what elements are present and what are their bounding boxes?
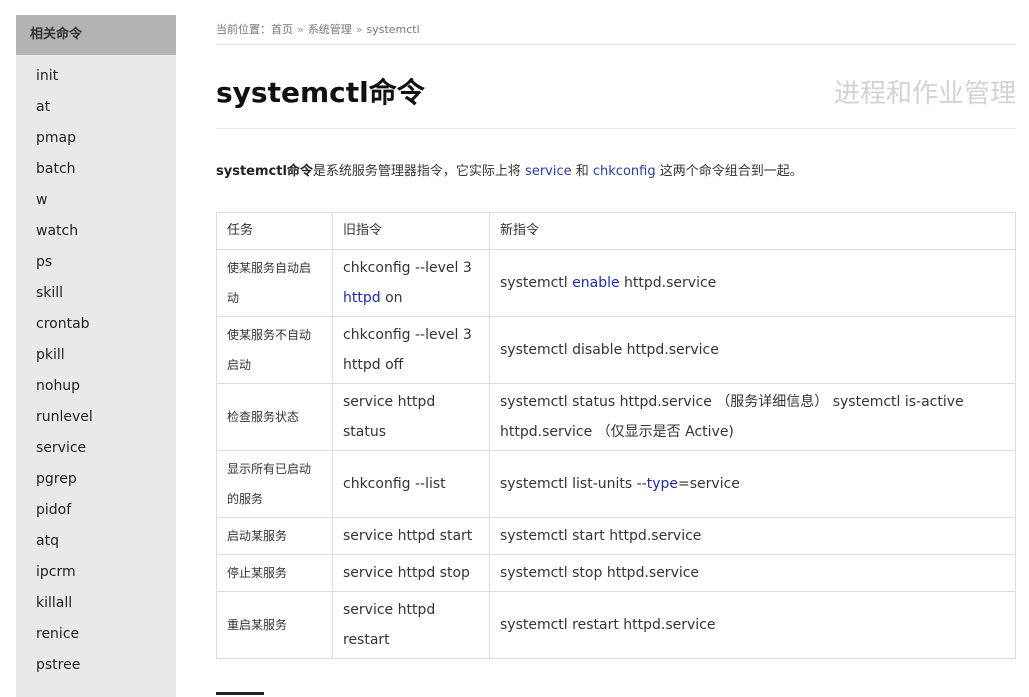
sidebar-item-batch[interactable]: batch <box>16 154 176 185</box>
task-cell: 停止某服务 <box>216 554 333 592</box>
breadcrumb-separator: » <box>355 23 363 36</box>
sidebar-item-pmap[interactable]: pmap <box>16 123 176 154</box>
table-row: 检查服务状态 service httpd status systemctl st… <box>216 383 1016 451</box>
old-command-cell: chkconfig --level 3 httpd off <box>332 316 490 384</box>
old-command-cell: service httpd restart <box>332 591 490 659</box>
sidebar-item-pidof[interactable]: pidof <box>16 495 176 526</box>
sidebar-item-at[interactable]: at <box>16 92 176 123</box>
breadcrumb-separator: » <box>297 23 304 36</box>
sidebar-item-nohup[interactable]: nohup <box>16 371 176 402</box>
sidebar-item-ps[interactable]: ps <box>16 247 176 278</box>
breadcrumb: 当前位置：首页» 系统管理» systemctl <box>216 15 1016 45</box>
intro-text: 和 <box>571 164 593 179</box>
table-row: 重启某服务 service httpd restart systemctl re… <box>216 591 1016 659</box>
breadcrumb-home-link[interactable]: 首页 <box>271 23 293 36</box>
table-row: 使某服务自动启动 chkconfig --level 3 httpd on sy… <box>216 249 1016 317</box>
old-command-cell: chkconfig --level 3 httpd on <box>332 249 490 317</box>
table-row: 显示所有已启动的服务 chkconfig --list systemctl li… <box>216 450 1016 518</box>
table-header-row: 任务 旧指令 新指令 <box>216 212 1016 250</box>
table-row: 使某服务不自动启动 chkconfig --level 3 httpd off … <box>216 316 1016 384</box>
task-cell: 启动某服务 <box>216 517 333 555</box>
new-command-cell: systemctl enable httpd.service <box>489 249 1016 317</box>
title-row: systemctl命令 进程和作业管理 <box>216 45 1016 129</box>
sidebar-item-renice[interactable]: renice <box>16 619 176 650</box>
sidebar-item-killall[interactable]: killall <box>16 588 176 619</box>
old-command-cell: service httpd status <box>332 383 490 451</box>
sidebar-item-service[interactable]: service <box>16 433 176 464</box>
task-cell: 重启某服务 <box>216 591 333 659</box>
intro-text: 这两个命令组合到一起。 <box>655 164 803 179</box>
intro-text: 是系统服务管理器指令，它实际上将 <box>312 164 526 179</box>
page-title: systemctl命令 <box>216 76 425 109</box>
breadcrumb-prefix: 当前位置： <box>216 23 271 36</box>
keyword: type <box>646 476 679 492</box>
category-label: 进程和作业管理 <box>833 79 1016 109</box>
new-command-cell: systemctl restart httpd.service <box>489 591 1016 659</box>
task-cell: 使某服务不自动启动 <box>216 316 333 384</box>
old-command-cell: service httpd stop <box>332 554 490 592</box>
header-new: 新指令 <box>489 212 1016 250</box>
sidebar-header: 相关命令 <box>16 15 176 55</box>
sidebar: 相关命令 init at pmap batch w watch ps skill… <box>16 15 176 697</box>
sidebar-list: init at pmap batch w watch ps skill cron… <box>16 55 176 681</box>
chkconfig-link[interactable]: chkconfig <box>593 164 656 179</box>
sidebar-item-runlevel[interactable]: runlevel <box>16 402 176 433</box>
sidebar-item-crontab[interactable]: crontab <box>16 309 176 340</box>
new-command-cell: systemctl list-units --type=service <box>489 450 1016 518</box>
breadcrumb-current: systemctl <box>366 23 420 36</box>
sidebar-item-atq[interactable]: atq <box>16 526 176 557</box>
new-command-cell: systemctl status httpd.service （服务详细信息） … <box>489 383 1016 451</box>
main-content: 当前位置：首页» 系统管理» systemctl systemctl命令 进程和作业… <box>216 15 1016 659</box>
old-command-cell: service httpd start <box>332 517 490 555</box>
intro-paragraph: systemctl命令是系统服务管理器指令，它实际上将 service 和 ch… <box>216 162 1016 182</box>
breadcrumb-section-link[interactable]: 系统管理 <box>308 23 352 36</box>
header-task: 任务 <box>216 212 333 250</box>
section-underline-mark <box>216 692 264 695</box>
sidebar-item-ipcrm[interactable]: ipcrm <box>16 557 176 588</box>
sidebar-item-pkill[interactable]: pkill <box>16 340 176 371</box>
table-row: 启动某服务 service httpd start systemctl star… <box>216 517 1016 555</box>
service-link[interactable]: service <box>525 164 572 179</box>
sidebar-item-init[interactable]: init <box>16 61 176 92</box>
sidebar-item-w[interactable]: w <box>16 185 176 216</box>
new-command-cell: systemctl start httpd.service <box>489 517 1016 555</box>
task-cell: 使某服务自动启动 <box>216 249 333 317</box>
sidebar-item-skill[interactable]: skill <box>16 278 176 309</box>
keyword: httpd <box>343 290 381 306</box>
command-table: 任务 旧指令 新指令 使某服务自动启动 chkconfig --level 3 … <box>216 212 1016 659</box>
header-old: 旧指令 <box>332 212 490 250</box>
old-command-cell: chkconfig --list <box>332 450 490 518</box>
intro-command: systemctl命令 <box>216 164 313 179</box>
new-command-cell: systemctl stop httpd.service <box>489 554 1016 592</box>
task-cell: 显示所有已启动的服务 <box>216 450 333 518</box>
sidebar-item-watch[interactable]: watch <box>16 216 176 247</box>
table-row: 停止某服务 service httpd stop systemctl stop … <box>216 554 1016 592</box>
sidebar-item-pgrep[interactable]: pgrep <box>16 464 176 495</box>
keyword: enable <box>572 275 620 291</box>
task-cell: 检查服务状态 <box>216 383 333 451</box>
sidebar-item-pstree[interactable]: pstree <box>16 650 176 681</box>
new-command-cell: systemctl disable httpd.service <box>489 316 1016 384</box>
